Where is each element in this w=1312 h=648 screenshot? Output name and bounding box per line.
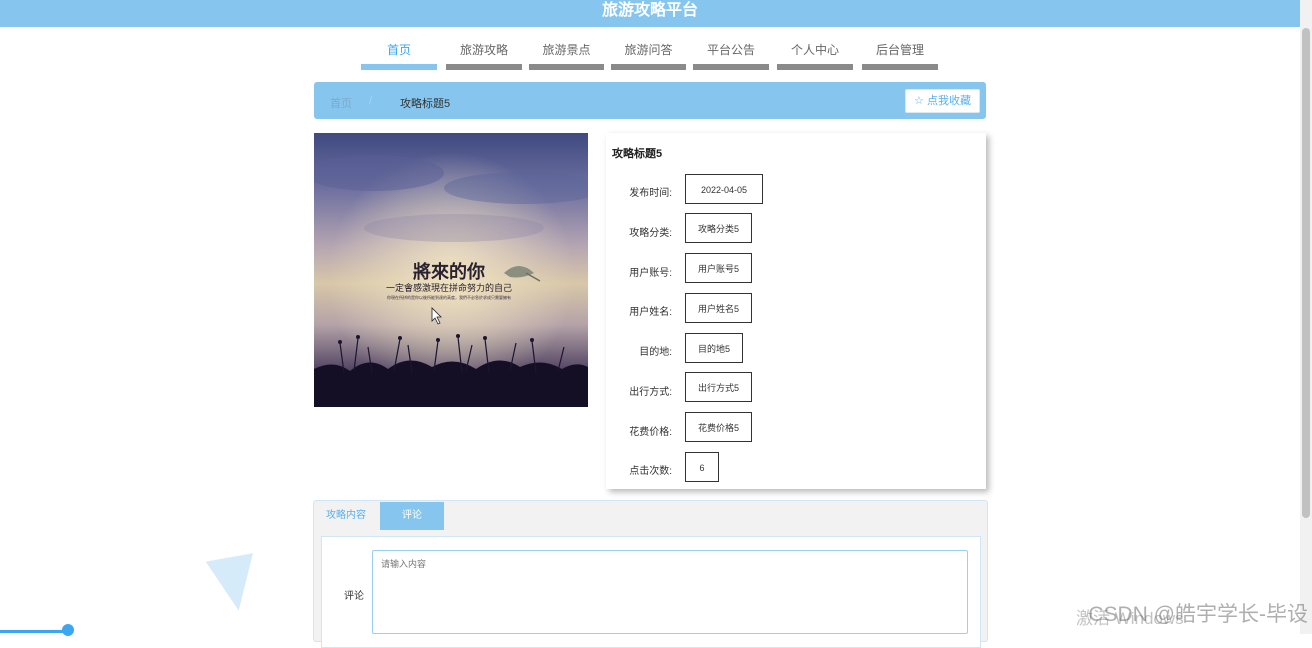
nav-item-guides[interactable]: 旅游攻略 (446, 42, 522, 70)
comment-form: 评论 (321, 536, 981, 648)
field-value-clicks: 6 (685, 452, 719, 482)
tab-label: 评论 (402, 510, 422, 521)
cover-illustration: 將來的你 一定會感激現在拼命努力的自己 你現在所拼的是你以後所能到達的高度，我們… (314, 133, 588, 407)
nav-item-label: 旅游问答 (624, 43, 673, 57)
nav-underline (693, 64, 769, 70)
nav-item-label: 首页 (386, 43, 411, 57)
app-title: 旅游攻略平台 (601, 2, 698, 19)
favorite-button-label: ☆ 点我收藏 (914, 95, 971, 107)
field-value-account: 用户账号5 (685, 253, 753, 283)
field-value-destination: 目的地5 (685, 333, 744, 363)
breadcrumb-home[interactable]: 首页 (330, 95, 352, 111)
field-label-travel-mode: 出行方式: (629, 387, 672, 398)
cover-title: 將來的你 (413, 261, 485, 283)
field-label-publish-time: 发布时间: (629, 188, 672, 199)
field-label-clicks: 点击次数: (629, 466, 672, 477)
nav-item-qa[interactable]: 旅游问答 (611, 42, 686, 70)
nav-item-label: 旅游攻略 (459, 43, 508, 57)
nav-item-home[interactable]: 首页 (361, 42, 437, 70)
field-value-cost: 花费价格5 (685, 412, 753, 442)
comment-input[interactable] (372, 550, 968, 634)
favorite-button[interactable]: ☆ 点我收藏 (905, 89, 980, 113)
tab-comment[interactable]: 评论 (380, 502, 444, 530)
guide-detail-card: 攻略标题5 发布时间: 2022-04-05 攻略分类: 攻略分类5 用户账号:… (606, 133, 986, 489)
nav-underline (529, 64, 604, 70)
breadcrumb-current: 攻略标题5 (400, 98, 451, 110)
nav-underline (611, 64, 686, 70)
nav-item-profile[interactable]: 个人中心 (777, 42, 853, 70)
decorative-triangle (205, 553, 263, 615)
breadcrumb-separator: / (369, 95, 373, 107)
field-value-category: 攻略分类5 (685, 213, 753, 243)
vertical-scrollbar[interactable] (1300, 0, 1312, 634)
slider-handle[interactable] (62, 624, 74, 636)
field-label-destination: 目的地: (639, 347, 672, 358)
field-value-publish-time: 2022-04-05 (685, 174, 763, 204)
nav-underline (777, 64, 853, 70)
tab-guide-content[interactable]: 攻略内容 (314, 502, 378, 530)
scrollbar-thumb[interactable] (1302, 28, 1310, 518)
nav-item-label: 个人中心 (790, 43, 839, 57)
nav-item-label: 平台公告 (706, 43, 755, 57)
comment-label: 评论 (344, 591, 364, 602)
main-nav: 首页 旅游攻略 旅游景点 旅游问答 平台公告 个人中心 后台管理 (0, 42, 1300, 72)
cover-subtitle: 一定會感激現在拼命努力的自己 (386, 282, 512, 294)
breadcrumb: 首页 / 攻略标题5 ☆ 点我收藏 (314, 82, 986, 119)
app-header: 旅游攻略平台 (0, 0, 1300, 27)
nav-underline (446, 64, 522, 70)
field-label-category: 攻略分类: (629, 228, 672, 239)
guide-cover-image: 將來的你 一定會感激現在拼命努力的自己 你現在所拼的是你以後所能到達的高度，我們… (314, 133, 588, 407)
field-label-username: 用户姓名: (629, 307, 672, 318)
csdn-watermark: CSDN @皓宇学长-毕设 (1088, 603, 1308, 626)
slider-track[interactable] (0, 630, 68, 633)
nav-item-attractions[interactable]: 旅游景点 (529, 42, 604, 70)
nav-item-admin[interactable]: 后台管理 (862, 42, 938, 70)
nav-underline (862, 64, 938, 70)
content-tabs: 攻略内容 评论 评论 (313, 500, 988, 648)
cover-small-text: 你現在所拼的是你以後所能到達的高度，我們不必急於求成只需要擁有 (387, 294, 511, 300)
field-label-cost: 花费价格: (629, 427, 672, 438)
nav-item-label: 旅游景点 (542, 43, 591, 57)
tab-label: 攻略内容 (326, 510, 366, 521)
field-label-account: 用户账号: (629, 268, 672, 279)
field-value-travel-mode: 出行方式5 (685, 372, 753, 402)
nav-item-label: 后台管理 (875, 43, 924, 57)
field-value-username: 用户姓名5 (685, 293, 753, 323)
nav-item-announcements[interactable]: 平台公告 (693, 42, 769, 70)
detail-title: 攻略标题5 (612, 148, 663, 160)
nav-underline (361, 64, 437, 70)
